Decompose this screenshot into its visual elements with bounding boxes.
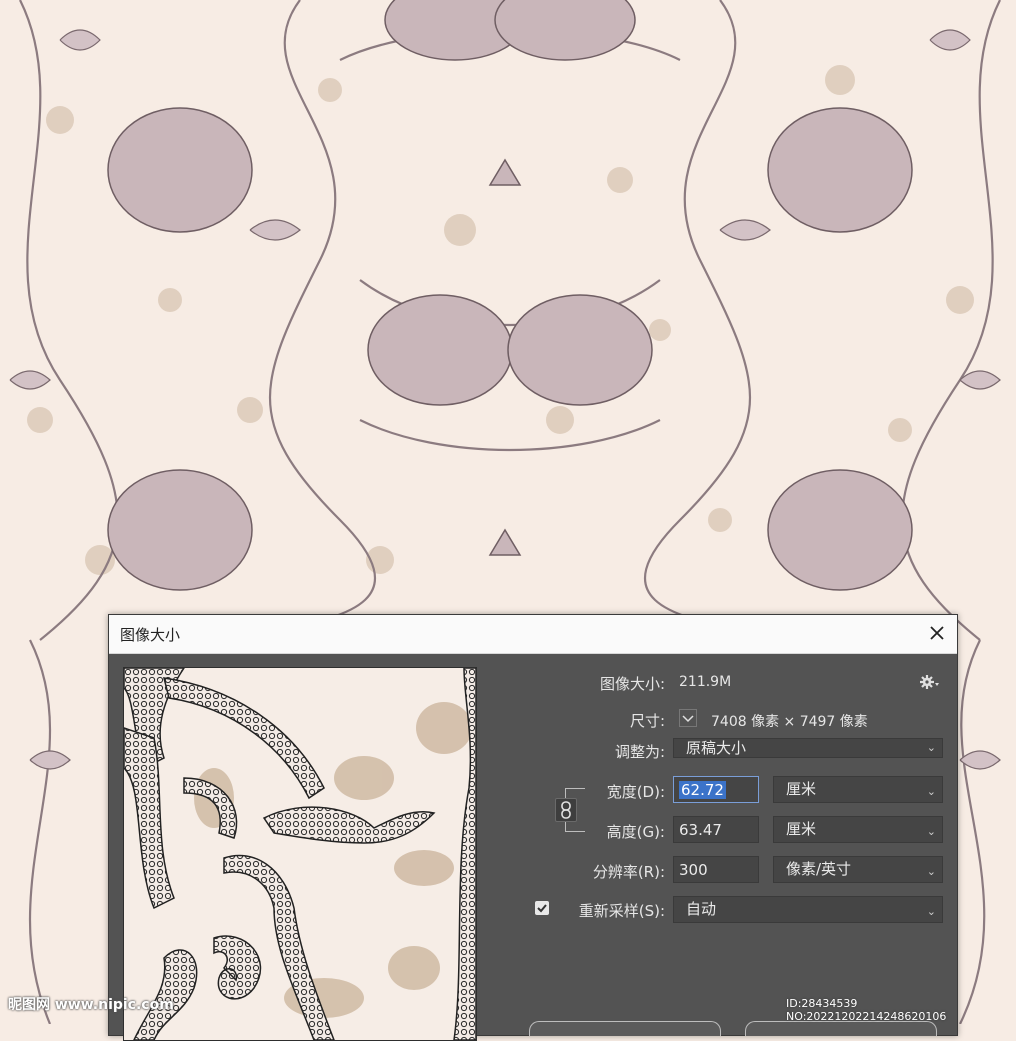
chevron-down-icon: ⌄ <box>926 825 936 838</box>
resample-checkbox[interactable] <box>535 901 549 915</box>
fit-to-value: 原稿大小 <box>686 739 747 757</box>
resample-select[interactable]: 自动 ⌄ <box>673 896 943 923</box>
fit-to-select[interactable]: 原稿大小 ⌄ <box>673 738 943 758</box>
resolution-label: 分辨率(R): <box>592 863 665 881</box>
resolution-unit: 像素/英寸 <box>786 860 852 878</box>
width-value: 62.72 <box>679 781 726 799</box>
chevron-down-icon[interactable] <box>679 709 697 727</box>
dialog-titlebar[interactable]: 图像大小 <box>109 615 957 654</box>
width-unit: 厘米 <box>786 780 817 798</box>
chevron-down-icon: ⌄ <box>926 785 936 798</box>
image-size-dialog: 图像大小 图像大小: 211.9M 尺寸: 7408 像素 × 7497 像素 … <box>108 614 958 1041</box>
height-input[interactable]: 63.47 <box>673 816 759 843</box>
dimensions-value: 7408 像素 × 7497 像素 <box>711 714 868 730</box>
width-unit-select[interactable]: 厘米 ⌄ <box>773 776 943 803</box>
dimensions-label: 尺寸: <box>629 712 665 730</box>
image-size-value: 211.9M <box>679 674 732 690</box>
height-unit-select[interactable]: 厘米 ⌄ <box>773 816 943 843</box>
check-icon <box>537 904 547 913</box>
resolution-value: 300 <box>679 861 708 879</box>
height-label: 高度(G): <box>606 823 665 841</box>
width-label: 宽度(D): <box>606 783 665 801</box>
dialog-title: 图像大小 <box>120 626 181 644</box>
image-id-watermark: ID:28434539 NO:20221202214248620106 <box>786 997 947 1023</box>
fit-to-label: 调整为: <box>614 743 665 761</box>
cancel-button[interactable] <box>745 1021 937 1036</box>
chevron-down-icon: ⌄ <box>926 865 936 878</box>
height-value: 63.47 <box>679 821 722 839</box>
chevron-down-icon: ⌄ <box>926 741 936 754</box>
ok-button[interactable] <box>529 1021 721 1036</box>
height-unit: 厘米 <box>786 820 817 838</box>
site-watermark: 昵图网 www.nipic.com <box>8 997 174 1013</box>
width-input[interactable]: 62.72 <box>673 776 759 803</box>
resolution-unit-select[interactable]: 像素/英寸 ⌄ <box>773 856 943 883</box>
chevron-down-icon: ⌄ <box>926 905 936 918</box>
close-icon[interactable] <box>925 621 949 645</box>
resolution-input[interactable]: 300 <box>673 856 759 883</box>
resample-label: 重新采样(S): <box>578 902 665 920</box>
gear-icon[interactable] <box>919 673 941 691</box>
image-preview[interactable] <box>123 667 477 1041</box>
chain-link-icon[interactable] <box>555 798 577 822</box>
image-size-label: 图像大小: <box>599 675 665 693</box>
preview-pattern <box>124 668 476 1040</box>
resample-value: 自动 <box>686 900 717 918</box>
